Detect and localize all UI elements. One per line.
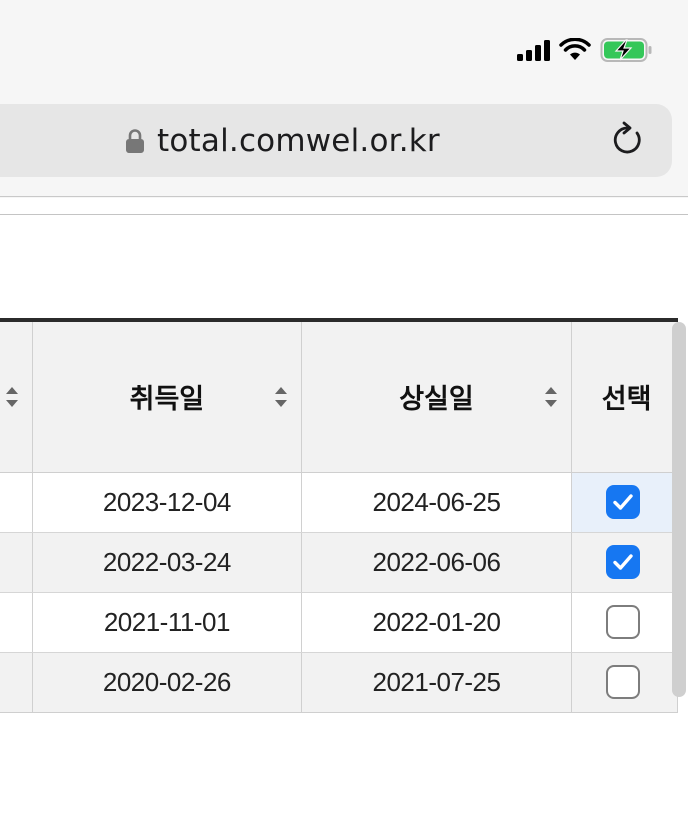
row-select-checkbox[interactable] [605, 605, 640, 640]
sort-icon [544, 387, 557, 407]
row-select-checkbox[interactable] [605, 485, 640, 520]
insurance-history-table: 취득일 상실일 선택 2023-12-04 2024-06-25 2022-03… [0, 318, 679, 713]
table-row[interactable]: 2023-12-04 2024-06-25 [0, 472, 679, 533]
battery-charging-icon [600, 38, 652, 62]
url-text: total.comwel.or.kr [157, 122, 440, 159]
toolbar-divider [0, 196, 688, 197]
cellular-signal-icon [517, 39, 550, 61]
acquired-date-cell: 2023-12-04 [32, 472, 303, 533]
row-select-checkbox[interactable] [605, 545, 640, 580]
column-header-select: 선택 [571, 318, 679, 473]
lock-icon [126, 128, 144, 153]
lost-date-cell: 2022-01-20 [301, 592, 572, 653]
checkmark-icon [613, 554, 633, 570]
address-bar[interactable]: total.comwel.or.kr [0, 104, 672, 177]
lost-date-cell: 2024-06-25 [301, 472, 572, 533]
table-cell-partial [0, 472, 33, 533]
table-cell-partial [0, 532, 33, 593]
reload-icon[interactable] [608, 121, 646, 159]
acquired-date-cell: 2022-03-24 [32, 532, 303, 593]
table-cell-partial [0, 652, 33, 713]
table-row[interactable]: 2022-03-24 2022-06-06 [0, 532, 679, 593]
table-header-row: 취득일 상실일 선택 [0, 318, 679, 473]
select-cell [571, 592, 679, 653]
browser-chrome: total.comwel.or.kr [0, 0, 688, 198]
row-select-checkbox[interactable] [605, 665, 640, 700]
column-header-partial[interactable] [0, 318, 33, 473]
lost-date-cell: 2021-07-25 [301, 652, 572, 713]
table-row[interactable]: 2021-11-01 2022-01-20 [0, 592, 679, 653]
acquired-date-cell: 2021-11-01 [32, 592, 303, 653]
select-cell [571, 472, 679, 533]
content-divider [0, 214, 688, 215]
table-scrollbar[interactable] [672, 322, 686, 697]
column-header-lost-date[interactable]: 상실일 [301, 318, 572, 473]
page: total.comwel.or.kr 취득일 상실일 선택 2023-12-04… [0, 0, 688, 838]
table-row[interactable]: 2020-02-26 2021-07-25 [0, 652, 679, 713]
select-cell [571, 532, 679, 593]
acquired-date-cell: 2020-02-26 [32, 652, 303, 713]
wifi-icon [559, 38, 591, 60]
sort-icon [5, 387, 18, 407]
table-cell-partial [0, 592, 33, 653]
select-cell [571, 652, 679, 713]
column-header-acquired-date[interactable]: 취득일 [32, 318, 303, 473]
checkmark-icon [613, 494, 633, 510]
sort-icon [275, 387, 288, 407]
status-bar [517, 36, 654, 64]
lost-date-cell: 2022-06-06 [301, 532, 572, 593]
